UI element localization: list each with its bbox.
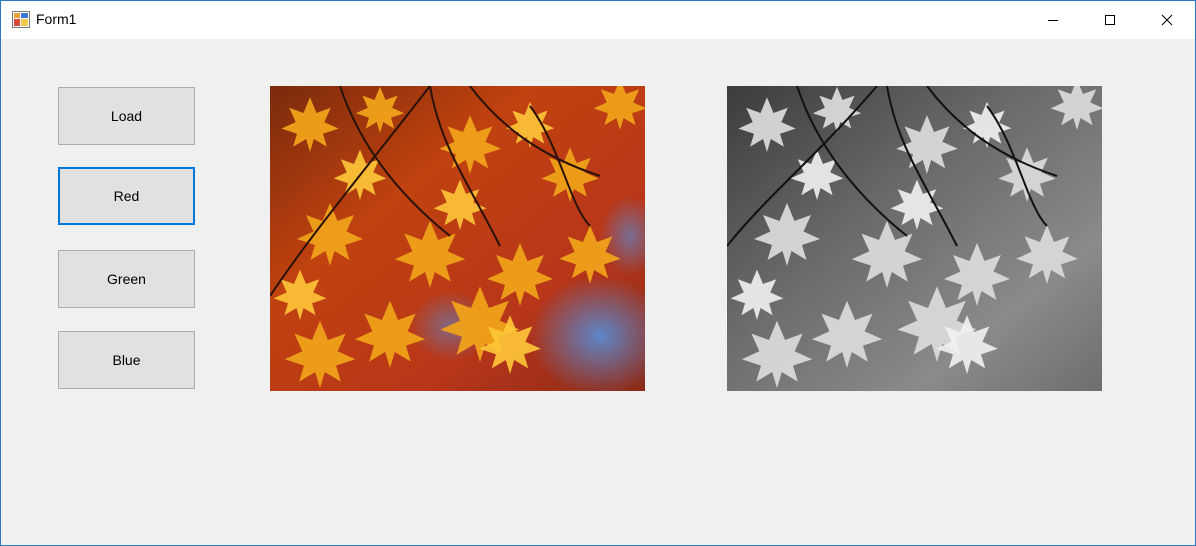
maximize-button[interactable] [1081,1,1139,39]
app-icon[interactable] [12,11,30,28]
blue-button[interactable]: Blue [58,331,195,389]
maximize-icon [1105,15,1115,25]
close-icon [1161,14,1173,26]
minimize-button[interactable] [1024,1,1082,39]
original-image [270,86,645,391]
window-title: Form1 [36,11,77,27]
title-bar[interactable]: Form1 [1,1,1195,39]
red-button[interactable]: Red [58,167,195,225]
original-picturebox [270,86,645,391]
grayscale-image [727,86,1102,391]
minimize-icon [1048,20,1058,21]
processed-picturebox [727,86,1102,391]
load-button[interactable]: Load [58,87,195,145]
app-window: Form1 Load Red Green Blue [0,0,1196,546]
form-client-area: Load Red Green Blue [1,39,1195,545]
close-button[interactable] [1138,1,1195,39]
green-button[interactable]: Green [58,250,195,308]
